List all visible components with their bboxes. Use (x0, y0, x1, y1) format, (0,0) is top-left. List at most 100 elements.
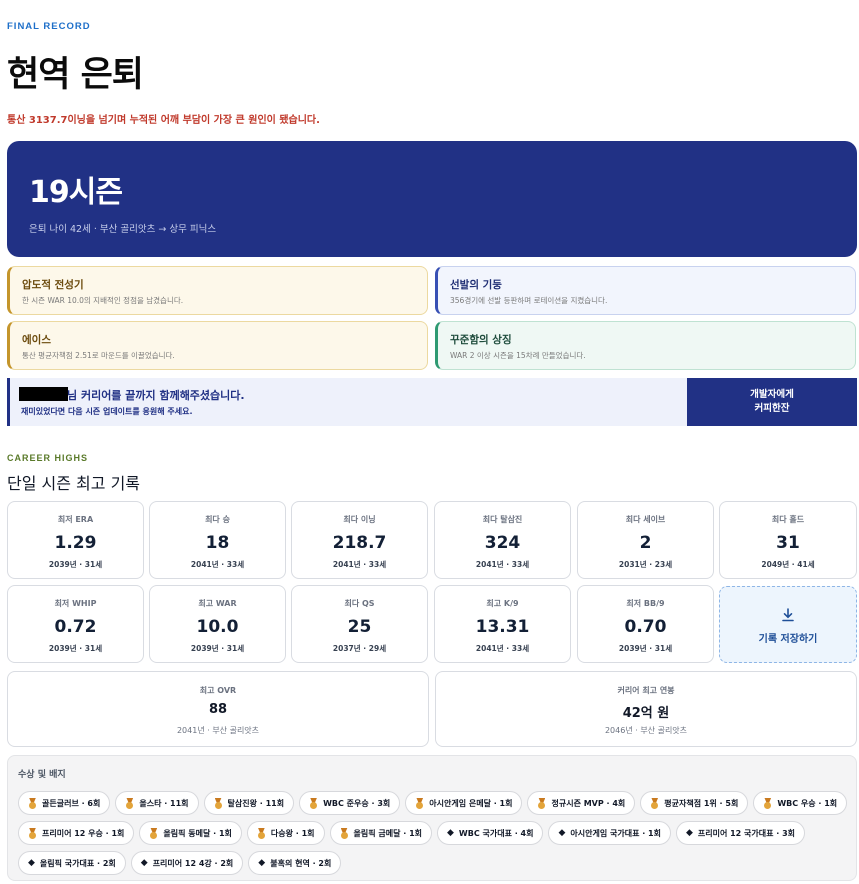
trait-title: 꾸준함의 상징 (450, 334, 512, 346)
retirement-reason: 통산 3137.7이닝을 넘기며 누적된 어깨 부담이 가장 큰 원인이 됐습니… (7, 115, 320, 126)
award-badge: 다승왕 · 1회 (246, 821, 325, 845)
medal-icon (415, 798, 424, 809)
award-badge: ◆ WBC 국가대표 · 4회 (437, 821, 544, 845)
stat-value: 13.31 (475, 617, 530, 637)
stat-label: 최저 WHIP (54, 599, 97, 608)
stat-card: 최저 WHIP 0.72 2039년 · 31세 (7, 585, 144, 663)
stat-label: 최고 K/9 (486, 599, 519, 608)
save-record-button[interactable]: 기록 저장하기 (719, 586, 857, 663)
stat-label: 최다 세이브 (625, 515, 666, 524)
stat-card: 최고 K/9 13.31 2041년 · 33세 (434, 585, 571, 663)
awards-panel: 수상 및 배지 골든글러브 · 6회 올스타 · 11회 탈삼진왕 · 11회 WBC… (7, 755, 857, 881)
award-label: 프리미어 12 국가대표 · 3회 (697, 828, 796, 838)
award-label: 올림픽 동메달 · 1회 (163, 828, 232, 838)
medal-icon (309, 798, 318, 809)
award-badge: WBC 우승 · 1회 (753, 791, 848, 815)
stat-value: 1.29 (54, 533, 97, 553)
stat-meta: 2049년 · 41세 (761, 560, 815, 569)
download-icon (720, 607, 856, 626)
stat-value: 10.0 (196, 617, 239, 637)
award-label: 골든글러브 · 6회 (42, 798, 101, 808)
section-title: 단일 시즌 최고 기록 (7, 474, 141, 493)
stat-label: 커리어 최고 연봉 (617, 686, 675, 695)
award-badge: 올림픽 금메달 · 1회 (329, 821, 432, 845)
stat-label: 최고 OVR (199, 686, 237, 695)
award-badge: 올림픽 동메달 · 1회 (139, 821, 242, 845)
award-label: 올림픽 금메달 · 1회 (353, 828, 422, 838)
award-label: 올림픽 국가대표 · 2회 (39, 858, 116, 868)
award-badge: 정규시즌 MVP · 4회 (527, 791, 636, 815)
award-badge: 평균자책점 1위 · 5회 (640, 791, 749, 815)
stat-meta: 2041년 · 33세 (475, 560, 530, 569)
medal-icon (28, 798, 37, 809)
medal-icon (763, 798, 772, 809)
support-message: 재미있었다면 다음 시즌 업데이트를 응원해 주세요. (21, 407, 193, 416)
stat-meta: 2041년 · 부산 골리앗츠 (176, 726, 260, 735)
best-salary-card: 커리어 최고 연봉 42억 원 2046년 · 부산 골리앗츠 (435, 671, 857, 747)
stat-meta: 2041년 · 33세 (332, 560, 387, 569)
diamond-icon: ◆ (28, 857, 35, 868)
trait-title: 압도적 전성기 (22, 279, 84, 291)
stat-meta: 2039년 · 31세 (48, 644, 103, 653)
award-badge: ◆ 올림픽 국가대표 · 2회 (18, 851, 126, 875)
medal-icon (257, 828, 266, 839)
stat-card: 최다 QS 25 2037년 · 29세 (291, 585, 428, 663)
award-label: WBC 국가대표 · 4회 (458, 828, 534, 838)
trait-card: 에이스 통산 평균자책점 2.51로 마운드를 이끌었습니다. (7, 321, 428, 370)
stat-label: 최다 승 (205, 515, 230, 524)
stat-value: 0.72 (54, 617, 97, 637)
award-label: 다승왕 · 1회 (270, 828, 315, 838)
award-badge: ◆ 불혹의 현역 · 2회 (248, 851, 342, 875)
medal-icon (537, 798, 546, 809)
medal-icon (149, 828, 158, 839)
section-eyebrow: CAREER HIGHS (7, 453, 89, 463)
stat-label: 최저 ERA (57, 515, 94, 524)
trait-desc: 통산 평균자책점 2.51로 마운드를 이끌었습니다. (22, 351, 175, 360)
stat-meta: 2046년 · 부산 골리앗츠 (604, 726, 688, 735)
medal-icon (650, 798, 659, 809)
trait-card: 선발의 기둥 356경기에 선발 등판하며 로테이션을 지켰습니다. (435, 266, 856, 315)
award-badge: 아시안게임 은메달 · 1회 (405, 791, 523, 815)
stat-card: 최다 승 18 2041년 · 33세 (149, 501, 286, 579)
award-label: 탈삼진왕 · 11회 (227, 798, 285, 808)
coffee-label-line2: 커피한잔 (754, 403, 790, 414)
trait-title: 선발의 기둥 (450, 279, 502, 291)
stat-label: 최다 이닝 (343, 515, 376, 524)
award-badge: ◆ 아시안게임 국가대표 · 1회 (548, 821, 671, 845)
trait-title: 에이스 (22, 334, 51, 346)
stat-label: 최다 탈삼진 (482, 515, 523, 524)
diamond-icon: ◆ (140, 857, 148, 868)
stat-card: 최다 세이브 2 2031년 · 23세 (577, 501, 714, 579)
award-badge: 프리미어 12 우승 · 1회 (18, 821, 135, 845)
stat-meta: 2039년 · 31세 (48, 560, 103, 569)
awards-title: 수상 및 배지 (18, 770, 66, 780)
seasons-count: 19시즌 (29, 175, 123, 210)
trait-desc: 한 시즌 WAR 10.0의 지배적인 정점을 남겼습니다. (22, 296, 184, 305)
career-summary-card: 19시즌 은퇴 나이 42세 · 부산 골리앗츠 → 상무 피닉스 (7, 141, 857, 257)
buy-coffee-button[interactable]: 개발자에게 커피한잔 (687, 378, 857, 426)
award-label: 프리미어 12 우승 · 1회 (42, 828, 125, 838)
badge-row: 골든글러브 · 6회 올스타 · 11회 탈삼진왕 · 11회 WBC 준우승 · 3… (18, 791, 848, 815)
diamond-icon: ◆ (258, 857, 266, 868)
badge-row: ◆ 올림픽 국가대표 · 2회 ◆ 프리미어 12 4강 · 2회 ◆ 불혹의 현역 · … (18, 851, 342, 875)
award-badge: 올스타 · 11회 (115, 791, 199, 815)
stat-card: 최다 이닝 218.7 2041년 · 33세 (291, 501, 428, 579)
stat-value: 42억 원 (622, 706, 670, 721)
trait-desc: WAR 2 이상 시즌을 15차례 만들었습니다. (450, 351, 586, 360)
page-eyebrow: FINAL RECORD (7, 21, 91, 32)
stat-card: 최고 WAR 10.0 2039년 · 31세 (149, 585, 286, 663)
stat-value: 218.7 (332, 533, 387, 553)
stat-value: 31 (776, 533, 800, 553)
award-label: WBC 준우승 · 3회 (323, 798, 391, 808)
diamond-icon: ◆ (447, 827, 454, 838)
stat-label: 최다 홀드 (771, 515, 805, 524)
stat-card: 최다 탈삼진 324 2041년 · 33세 (434, 501, 571, 579)
stat-label: 최다 QS (344, 599, 375, 608)
page-title: 현역 은퇴 (7, 55, 144, 95)
award-label: 평균자책점 1위 · 5회 (664, 798, 739, 808)
diamond-icon: ◆ (685, 827, 693, 838)
stat-label: 최고 WAR (198, 599, 237, 608)
trait-desc: 356경기에 선발 등판하며 로테이션을 지켰습니다. (450, 296, 608, 305)
stat-value: 25 (347, 617, 372, 637)
award-badge: 골든글러브 · 6회 (18, 791, 111, 815)
